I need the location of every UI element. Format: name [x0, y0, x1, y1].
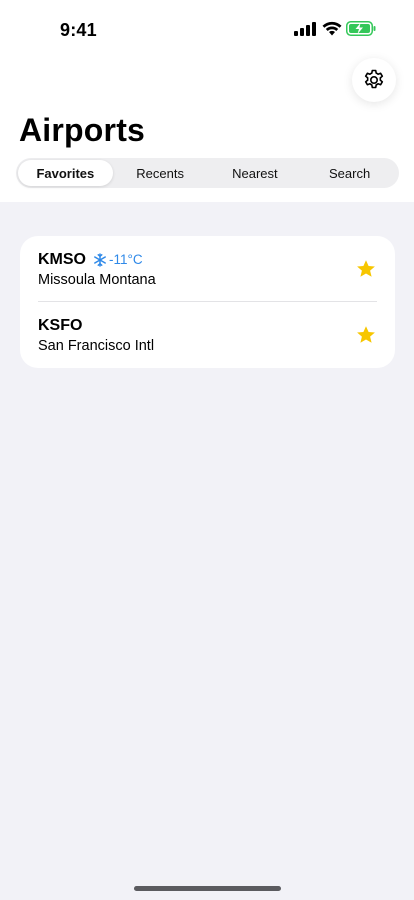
cellular-signal-icon — [294, 22, 316, 36]
airport-code: KMSO — [38, 251, 86, 268]
gear-icon — [364, 69, 384, 89]
segmented-control: Favorites Recents Nearest Search — [16, 158, 399, 188]
page-title: Airports — [19, 112, 146, 148]
airport-code: KSFO — [38, 317, 83, 334]
star-icon[interactable] — [356, 325, 376, 345]
tab-recents[interactable]: Recents — [113, 160, 208, 186]
home-indicator[interactable] — [134, 886, 281, 891]
temperature: -11°C — [109, 252, 143, 267]
star-icon[interactable] — [356, 259, 376, 279]
list-item[interactable]: KMSO -11°C Missoula Montana — [20, 236, 395, 302]
list-item[interactable]: KSFO San Francisco Intl — [20, 302, 395, 368]
status-bar: 9:41 — [0, 0, 414, 54]
tab-search[interactable]: Search — [302, 160, 397, 186]
weather-badge: -11°C — [93, 252, 143, 267]
snowflake-icon — [94, 252, 106, 267]
favorites-list: KMSO -11°C Missoula Montana KSFO San Fra… — [20, 236, 395, 368]
tab-nearest[interactable]: Nearest — [208, 160, 303, 186]
airport-name: San Francisco Intl — [38, 338, 155, 354]
status-time: 9:41 — [60, 20, 97, 40]
settings-button[interactable] — [352, 58, 396, 102]
tab-favorites[interactable]: Favorites — [18, 160, 113, 186]
battery-charging-icon — [346, 21, 376, 36]
wifi-icon — [322, 21, 342, 36]
airport-name: Missoula Montana — [38, 272, 156, 288]
header-area: 9:41 Airports Favorites Recents Nearest … — [0, 0, 414, 202]
